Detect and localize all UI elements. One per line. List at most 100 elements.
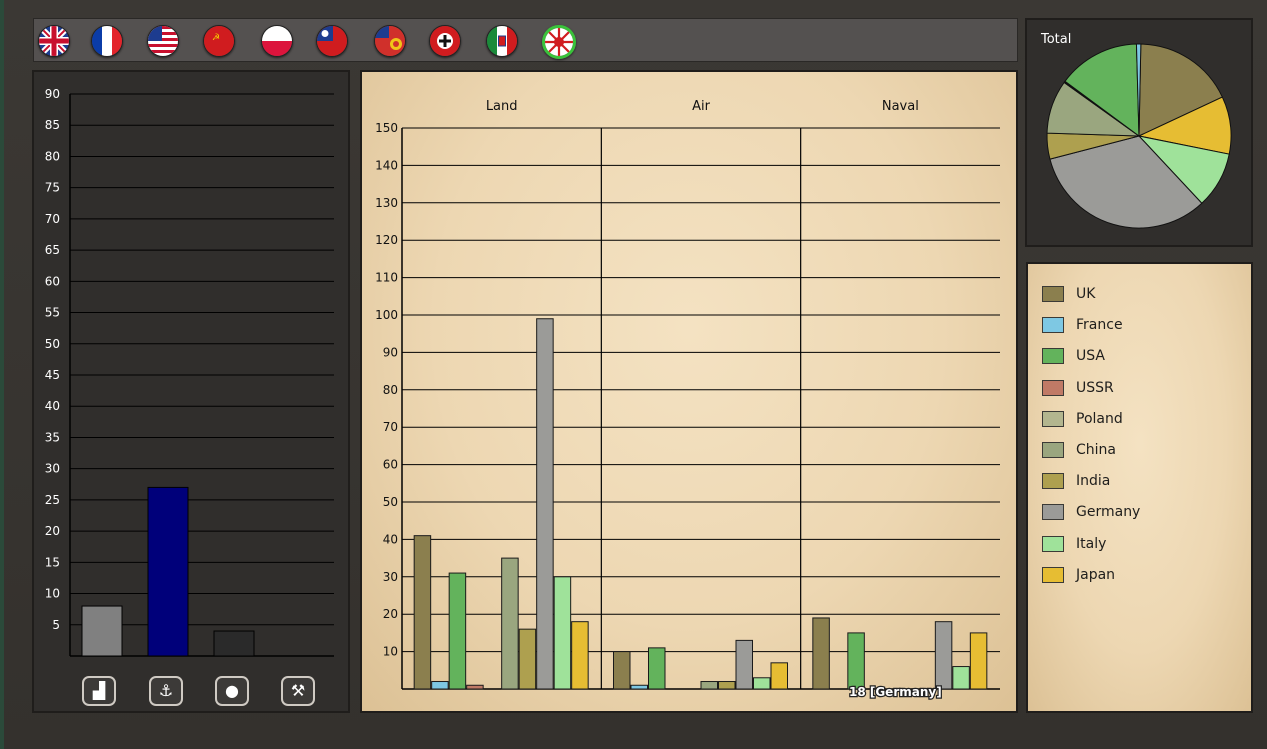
legend-panel: UK France USA USSR Poland China India Germany It… <box>1026 262 1253 713</box>
resource-bar-chart: 5 10 15 20 25 30 35 40 45 50 55 60 65 70 75 80 85 90 <box>45 87 334 657</box>
window-edge <box>0 0 4 749</box>
flag-india-icon[interactable] <box>374 25 406 57</box>
y-tick-label: 35 <box>45 430 60 444</box>
flag-usa-icon[interactable] <box>147 25 179 57</box>
bar-france[interactable] <box>630 684 648 690</box>
y-tick-label: 20 <box>45 524 60 538</box>
y-tick-label: 30 <box>383 570 398 584</box>
military-chart-panel: 10 20 30 40 50 60 70 80 90 100 110 120 130 140 150 Land… <box>360 70 1018 713</box>
y-tick-label: 100 <box>375 308 398 322</box>
category-label: Naval <box>882 99 919 114</box>
factory-icon: ▟ <box>92 681 106 700</box>
bar-uk[interactable] <box>413 535 432 690</box>
y-tick-label: 60 <box>45 274 60 288</box>
bar-india[interactable] <box>518 628 537 690</box>
legend-swatch <box>1042 442 1064 458</box>
resource-bar[interactable] <box>213 630 255 657</box>
resource-bar[interactable] <box>147 486 189 657</box>
bar-usa[interactable] <box>448 572 467 690</box>
hammer-pick-icon: ⚒ <box>290 681 306 700</box>
y-tick-label: 40 <box>383 532 398 546</box>
svg-text:☭: ☭ <box>212 33 220 43</box>
legend-swatch <box>1042 535 1064 552</box>
legend-label: Poland <box>1076 410 1123 427</box>
y-tick-label: 55 <box>45 306 60 320</box>
bar-germany[interactable] <box>934 621 953 690</box>
legend-swatch <box>1042 504 1064 521</box>
statistics-window: ☭ 5 10 15 20 25 30 35 40 45 50 55 60 65 70 75 80 85 90 ▟ … <box>0 0 1267 749</box>
y-tick-label: 150 <box>375 121 398 135</box>
bar-japan[interactable] <box>969 632 988 690</box>
bar-china[interactable] <box>501 557 519 690</box>
total-pie-chart <box>1046 43 1232 229</box>
legend-swatch <box>1042 473 1064 490</box>
category-label: Air <box>692 99 711 114</box>
bar-germany[interactable] <box>536 318 554 690</box>
resource-bar[interactable] <box>81 605 123 657</box>
y-tick-label: 140 <box>375 158 398 172</box>
military-bar-chart: 10 20 30 40 50 60 70 80 90 100 110 120 130 140 150 Land… <box>375 99 1000 700</box>
flag-china-icon[interactable] <box>316 25 348 57</box>
flag-ussr-icon[interactable]: ☭ <box>203 25 235 57</box>
y-tick-label: 5 <box>52 618 60 632</box>
bar-uk[interactable] <box>613 651 631 690</box>
anchor-icon: ⚓ <box>158 681 174 700</box>
bar-germany[interactable] <box>735 639 753 690</box>
resource-chart-panel: 5 10 15 20 25 30 35 40 45 50 55 60 65 70 75 80 85 90 ▟ ⚓ … <box>32 70 350 713</box>
y-tick-label: 50 <box>383 495 398 509</box>
naval-button[interactable]: ⚓ <box>149 676 183 706</box>
legend-label: Italy <box>1076 535 1107 552</box>
oil-button[interactable]: ● <box>215 676 249 706</box>
y-tick-label: 20 <box>383 607 398 621</box>
y-tick-label: 110 <box>375 271 398 285</box>
flag-poland-icon[interactable] <box>261 25 293 57</box>
y-tick-label: 10 <box>45 587 60 601</box>
legend-label: China <box>1076 442 1116 458</box>
category-label: Land <box>486 99 518 114</box>
resources-button[interactable]: ⚒ <box>281 676 315 706</box>
bar-usa[interactable] <box>847 632 865 690</box>
y-tick-label: 90 <box>383 345 398 359</box>
legend-label: Germany <box>1076 504 1141 521</box>
legend-label: USSR <box>1076 379 1114 396</box>
legend-label: USA <box>1076 348 1105 365</box>
legend-swatch <box>1042 410 1064 427</box>
bar-japan[interactable] <box>770 662 788 690</box>
bar-usa[interactable] <box>648 647 666 690</box>
bar-japan[interactable] <box>571 621 589 690</box>
legend-swatch <box>1042 379 1064 396</box>
bar-uk[interactable] <box>812 617 830 690</box>
bar-france[interactable] <box>431 681 449 690</box>
y-tick-label: 70 <box>45 212 60 226</box>
legend-swatch <box>1042 348 1064 365</box>
legend-label: India <box>1076 473 1111 490</box>
flag-france-icon[interactable] <box>91 25 123 57</box>
oil-drop-icon: ● <box>225 681 239 700</box>
legend-swatch <box>1042 286 1064 302</box>
y-tick-label: 15 <box>45 555 60 569</box>
y-tick-label: 10 <box>383 645 398 659</box>
total-pie-panel: Total <box>1025 18 1253 247</box>
flag-germany-icon[interactable] <box>429 25 461 57</box>
y-tick-label: 70 <box>383 420 398 434</box>
y-tick-label: 40 <box>45 399 60 413</box>
bar-italy[interactable] <box>553 576 572 690</box>
legend-label: Japan <box>1076 566 1116 583</box>
legend-swatch <box>1042 317 1064 334</box>
hover-tooltip: 18 [Germany] <box>849 685 942 699</box>
y-tick-label: 120 <box>375 233 398 247</box>
bar-china[interactable] <box>700 681 718 690</box>
y-tick-label: 75 <box>45 181 60 195</box>
y-tick-label: 65 <box>45 243 60 257</box>
flag-uk-icon[interactable] <box>38 25 70 57</box>
bar-italy[interactable] <box>952 666 970 690</box>
industry-button[interactable]: ▟ <box>82 676 116 706</box>
legend-swatch <box>1042 566 1064 583</box>
bar-ussr[interactable] <box>466 684 484 690</box>
y-tick-label: 80 <box>383 383 398 397</box>
bar-india[interactable] <box>718 681 736 690</box>
flag-japan-icon[interactable] <box>542 25 576 59</box>
y-tick-label: 80 <box>45 149 60 163</box>
flag-italy-icon[interactable] <box>486 25 518 57</box>
bar-italy[interactable] <box>753 677 771 690</box>
